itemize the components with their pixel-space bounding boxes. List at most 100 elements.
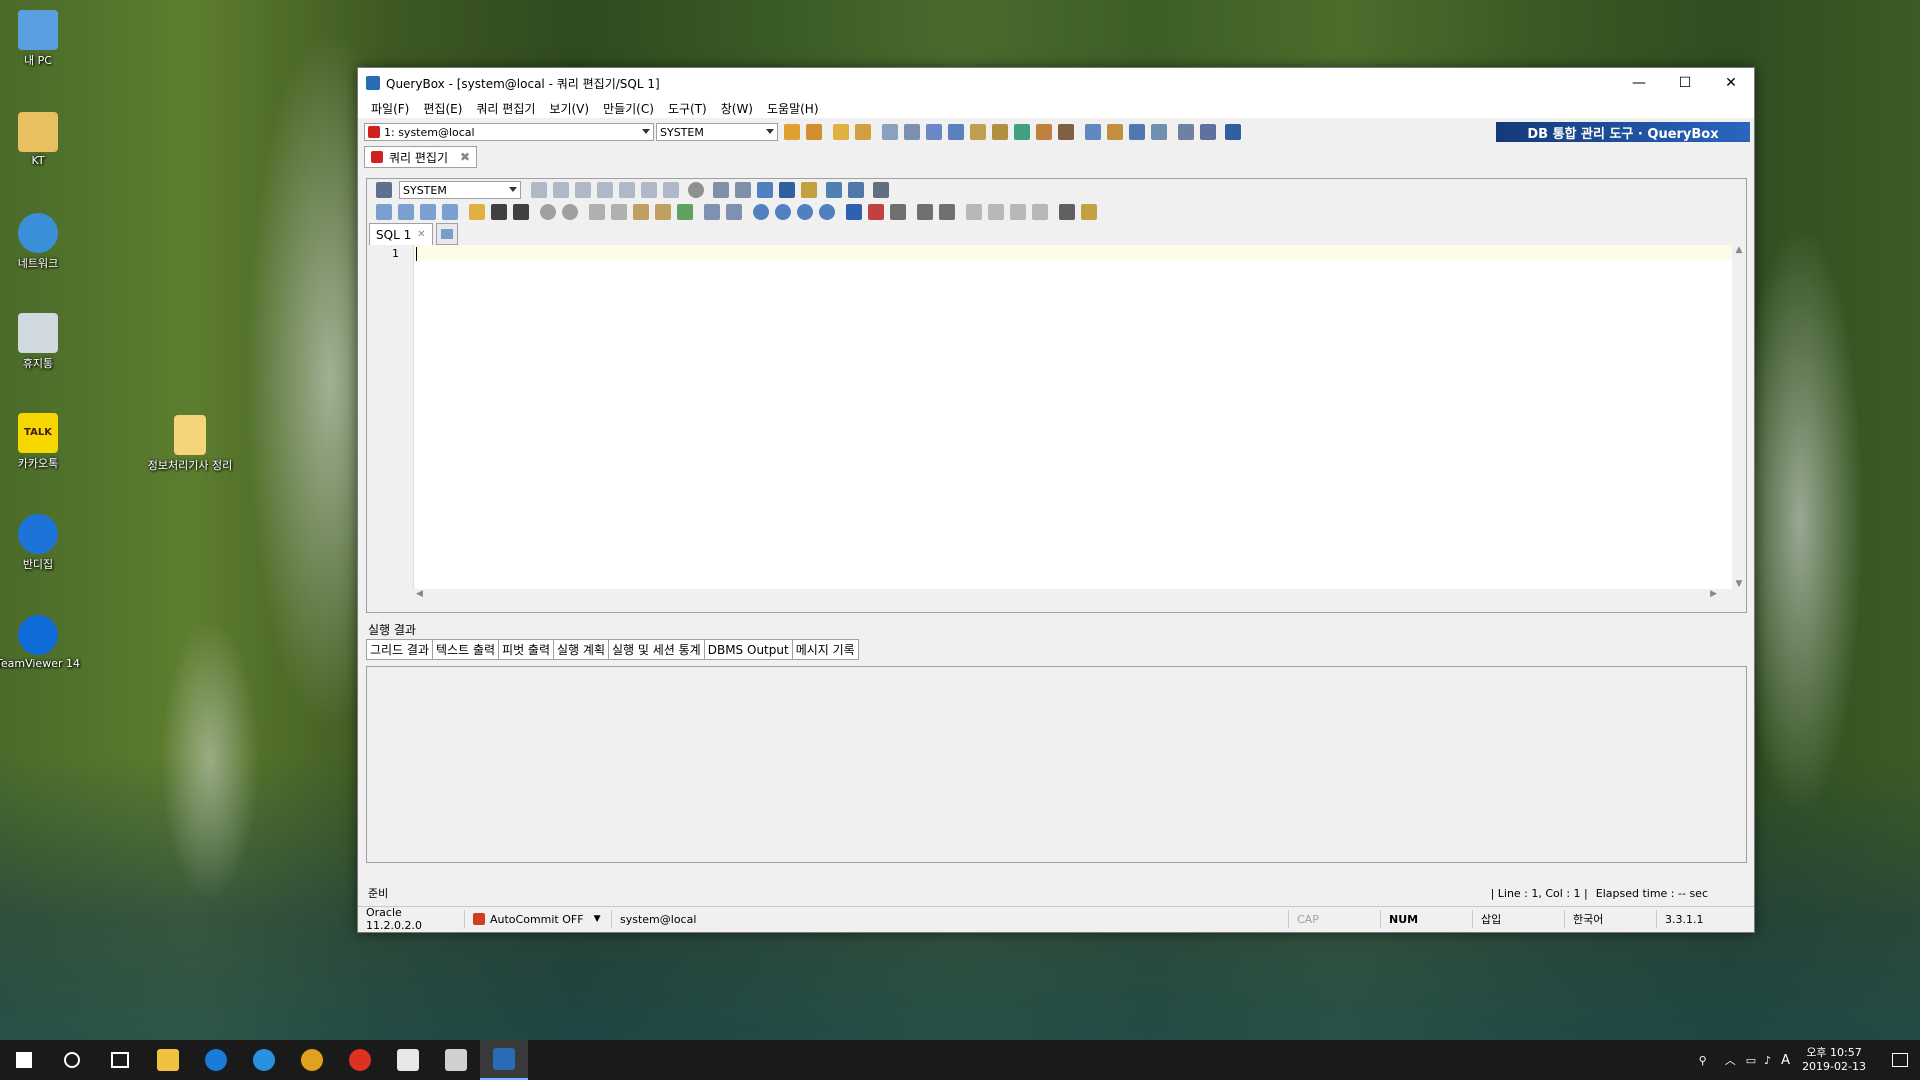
task-view-button[interactable] xyxy=(96,1040,144,1080)
sql-editor[interactable] xyxy=(414,245,1733,589)
taskbar-media-player[interactable] xyxy=(336,1040,384,1080)
user-icon[interactable] xyxy=(1058,124,1074,140)
new-file-icon[interactable] xyxy=(376,204,392,220)
close-icon[interactable]: ✕ xyxy=(417,229,425,240)
open-folder-icon[interactable] xyxy=(469,204,485,220)
goto-line-icon[interactable] xyxy=(1059,204,1075,220)
commit-icon[interactable] xyxy=(833,124,849,140)
replace-icon[interactable] xyxy=(819,204,835,220)
find-next-icon[interactable] xyxy=(775,204,791,220)
taskbar-chrome[interactable] xyxy=(288,1040,336,1080)
connection-select[interactable]: 1: system@local xyxy=(364,123,654,141)
explain-icon[interactable] xyxy=(597,182,613,198)
grid-layout-icon[interactable] xyxy=(1200,124,1216,140)
lowercase-icon[interactable] xyxy=(988,204,1004,220)
tab-sql-1[interactable]: SQL 1 ✕ xyxy=(369,223,433,245)
outdent-icon[interactable] xyxy=(1032,204,1048,220)
format-icon[interactable] xyxy=(713,182,729,198)
list-icon[interactable] xyxy=(735,182,751,198)
taskbar-file-explorer[interactable] xyxy=(144,1040,192,1080)
menu-file[interactable]: 파일(F) xyxy=(364,100,416,117)
clear-icon[interactable] xyxy=(726,204,742,220)
horizontal-scrollbar[interactable]: ◀ ▶ xyxy=(414,589,1733,603)
menu-view[interactable]: 보기(V) xyxy=(542,100,596,117)
window-split-icon[interactable] xyxy=(873,182,889,198)
select-all-icon[interactable] xyxy=(704,204,720,220)
layout-icon[interactable] xyxy=(1178,124,1194,140)
add-tab-button[interactable] xyxy=(435,223,458,245)
cut-icon[interactable] xyxy=(589,204,605,220)
data-export-icon[interactable] xyxy=(970,124,986,140)
prev-statement-icon[interactable] xyxy=(641,182,657,198)
execute-icon[interactable] xyxy=(531,182,547,198)
paste-special-icon[interactable] xyxy=(655,204,671,220)
scroll-right-icon[interactable]: ▶ xyxy=(1710,589,1717,599)
history-icon[interactable] xyxy=(826,182,842,198)
scroll-down-icon[interactable]: ▼ xyxy=(1732,579,1746,589)
search-icon[interactable] xyxy=(753,204,769,220)
menu-create[interactable]: 만들기(C) xyxy=(596,100,661,117)
schema-select[interactable]: SYSTEM xyxy=(656,123,778,141)
tab-session-stats[interactable]: 실행 및 세션 통계 xyxy=(608,639,705,660)
menu-edit[interactable]: 편집(E) xyxy=(416,100,469,117)
bookmark-icon[interactable] xyxy=(848,182,864,198)
copy-tab-icon[interactable] xyxy=(420,204,436,220)
uppercase-icon[interactable] xyxy=(966,204,982,220)
autocommit-toggle[interactable]: AutoCommit OFF ▼ xyxy=(465,910,612,928)
tile-horizontal-icon[interactable] xyxy=(1129,124,1145,140)
tile-vertical-icon[interactable] xyxy=(1151,124,1167,140)
taskbar-querybox[interactable] xyxy=(480,1040,528,1080)
tab-pivot-output[interactable]: 피벗 출력 xyxy=(498,639,555,660)
copy-icon[interactable] xyxy=(611,204,627,220)
execute-script-icon[interactable] xyxy=(575,182,591,198)
tab-dbms-output[interactable]: DBMS Output xyxy=(703,639,793,660)
save-as-icon[interactable] xyxy=(491,204,507,220)
undo-icon[interactable] xyxy=(540,204,556,220)
tab-execution-plan[interactable]: 실행 계획 xyxy=(553,639,609,660)
disconnect-icon[interactable] xyxy=(806,124,822,140)
desktop-icon-teamviewer[interactable]: TeamViewer 14 xyxy=(0,615,83,670)
table-icon[interactable] xyxy=(948,124,964,140)
search-button[interactable] xyxy=(48,1040,96,1080)
desktop-icon-recycle-bin[interactable]: 휴지통 xyxy=(0,313,83,371)
minimize-button[interactable]: — xyxy=(1616,68,1662,98)
bookmark-clear-icon[interactable] xyxy=(868,204,884,220)
tab-message-log[interactable]: 메시지 기록 xyxy=(791,639,859,660)
find-object-icon[interactable] xyxy=(926,124,942,140)
desktop-icon-network[interactable]: 네트워크 xyxy=(0,213,83,271)
comment-icon[interactable] xyxy=(917,204,933,220)
tab-query-editor[interactable]: 쿼리 편집기 ✖ xyxy=(364,146,478,168)
window-icon[interactable] xyxy=(1085,124,1101,140)
vertical-scrollbar[interactable]: ▲ ▼ xyxy=(1732,245,1746,589)
save-icon[interactable] xyxy=(513,204,529,220)
bookmark-list-icon[interactable] xyxy=(890,204,906,220)
execute-all-icon[interactable] xyxy=(553,182,569,198)
taskbar-photos[interactable] xyxy=(432,1040,480,1080)
menu-tools[interactable]: 도구(T) xyxy=(661,100,714,117)
connect-icon[interactable] xyxy=(784,124,800,140)
action-center-button[interactable] xyxy=(1880,1053,1920,1067)
volume-icon[interactable]: ♪ xyxy=(1764,1054,1771,1067)
people-icon[interactable]: ⚲ xyxy=(1699,1054,1707,1067)
new-tab-icon[interactable] xyxy=(398,204,414,220)
insert-icon[interactable] xyxy=(677,204,693,220)
text-icon[interactable] xyxy=(779,182,795,198)
gear-icon[interactable] xyxy=(376,182,392,198)
next-statement-icon[interactable] xyxy=(663,182,679,198)
desktop-icon-my-pc[interactable]: 내 PC xyxy=(0,10,83,68)
chevron-up-icon[interactable]: ︿ xyxy=(1725,1052,1736,1068)
tab-text-output[interactable]: 텍스트 출력 xyxy=(432,639,500,660)
maximize-button[interactable]: ☐ xyxy=(1662,68,1708,98)
redo-icon[interactable] xyxy=(562,204,578,220)
desktop-icon-kakaotalk[interactable]: TALK 카카오톡 xyxy=(0,413,83,471)
indent-icon[interactable] xyxy=(1010,204,1026,220)
ime-indicator[interactable]: A xyxy=(1781,1053,1790,1068)
desktop-icon-kt[interactable]: KT xyxy=(0,112,83,167)
taskbar-ie[interactable] xyxy=(240,1040,288,1080)
menu-window[interactable]: 창(W) xyxy=(714,100,760,117)
editor-schema-select[interactable]: SYSTEM xyxy=(399,181,521,199)
taskbar-edge[interactable] xyxy=(192,1040,240,1080)
close-button[interactable]: ✕ xyxy=(1708,68,1754,98)
taskbar-store[interactable] xyxy=(384,1040,432,1080)
title-bar[interactable]: QueryBox - [system@local - 쿼리 편집기/SQL 1]… xyxy=(358,68,1754,98)
